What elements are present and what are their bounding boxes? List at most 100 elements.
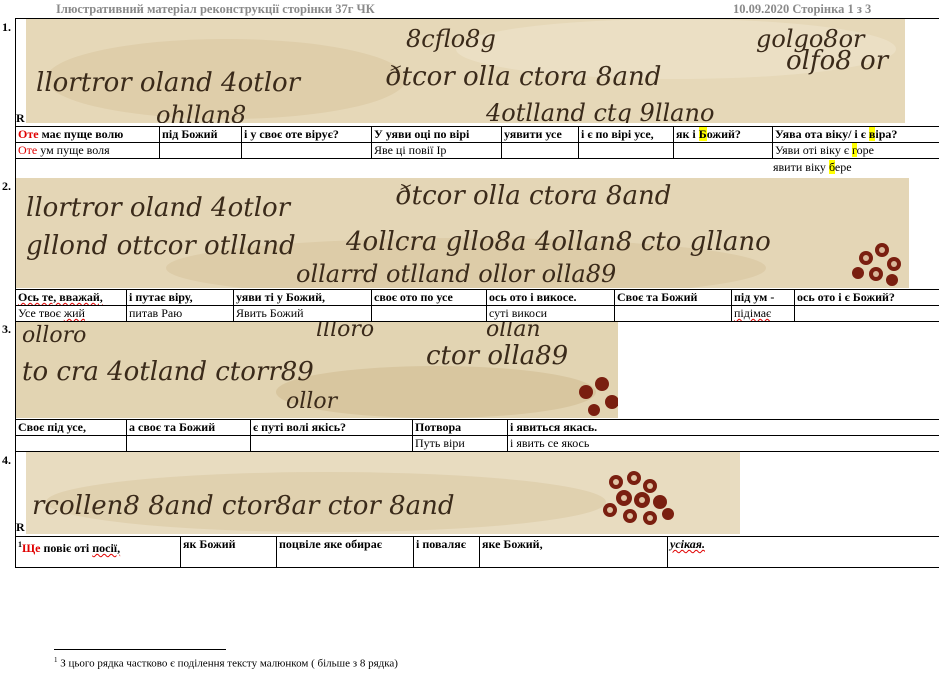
cell-text: яке Божий, <box>482 537 543 552</box>
cell-text: Явить Божий <box>236 306 304 321</box>
table-cell <box>371 305 487 322</box>
cell-text: під ум - <box>734 290 775 305</box>
manuscript-text: ollarrd otlland ollor olla89 <box>296 260 616 288</box>
manuscript-image-1: 8cflo8g golgo8or llortror oland 4otlor ð… <box>26 19 905 123</box>
cell-text: Потвора <box>415 420 462 435</box>
manuscript-text: olfo8 or <box>786 46 890 76</box>
cell-text: ум пуще воля <box>37 143 110 158</box>
section-number: 4. <box>2 453 11 467</box>
cell-text: має пуще волю <box>38 127 124 142</box>
transcription-table-2: Ось те, вважай, і путає віру, уяви ті у Бо… <box>15 289 939 322</box>
cell-text: і поваляє <box>416 537 466 552</box>
transcription-table-4: 1Ще повіє оті посії, як Божий поцвіле яке … <box>15 536 939 568</box>
manuscript-text: to cra 4otland ctorr89 <box>22 357 314 387</box>
cell-text: і у своє оте вірує? <box>244 127 339 142</box>
cell-text: явити віку <box>773 160 829 174</box>
cell-text: Уява ота віку/ і є <box>775 127 869 142</box>
section-number: 2. <box>2 179 11 193</box>
table-cell <box>578 142 674 159</box>
table-cell <box>126 435 251 452</box>
manuscript-text: 4ollcra gllo8a 4ollan8 cto gllano <box>345 227 771 257</box>
table-cell: уявити усе <box>501 126 579 143</box>
table-cell: як Божий <box>180 536 277 568</box>
table-cell: Оте має пуще волю <box>15 126 160 143</box>
cell-text: Путь віри <box>415 436 465 451</box>
table-row: Своє під усе, а своє та Божий є путі волі … <box>15 419 939 436</box>
footnote-text: З цього рядка частково є поділення текст… <box>57 657 398 670</box>
table-cell: Потвора <box>412 419 508 436</box>
table-cell: підімає <box>731 305 795 322</box>
cell-text: є путі волі якісь? <box>253 420 347 435</box>
table-cell <box>241 142 372 159</box>
cell-text: оре <box>856 143 874 158</box>
cell-text: Яве ці повії Ір <box>374 143 447 158</box>
table-row: Путь віри і явить се якось <box>15 435 939 452</box>
table-cell <box>15 435 127 452</box>
cell-text: Ось те, вважай, <box>18 290 103 305</box>
section-marker: R <box>16 111 25 125</box>
manuscript-text: 8cflo8g <box>406 25 496 53</box>
cell-text: підімає <box>734 306 772 321</box>
cell-text: і путає віру, <box>129 290 193 305</box>
table-cell: Путь віри <box>412 435 508 452</box>
cell-text: повіє оті <box>40 541 93 555</box>
table-cell: своє ото по усе <box>371 289 487 306</box>
table-cell: як і Божий? <box>673 126 773 143</box>
cell-text: Уяви оті віку є <box>775 143 852 158</box>
cell-text: і явить се якось <box>510 436 590 451</box>
cell-text: поцвіле яке обирає <box>279 537 382 552</box>
table-cell: під ум - <box>731 289 795 306</box>
section-number: 3. <box>2 322 11 336</box>
document-header-date: 10.09.2020 Сторінка 1 з 3 <box>733 2 872 16</box>
cell-text: і явиться якась. <box>510 420 598 435</box>
table-row: Ось те, вважай, і путає віру, уяви ті у Бо… <box>15 289 939 306</box>
table-cell: питав Раю <box>126 305 234 322</box>
manuscript-text: llortror oland 4otlor <box>36 68 302 98</box>
cell-text: Усе твоє <box>18 306 64 321</box>
cell-text: і є по вірі усе, <box>581 127 654 142</box>
table-cell: поцвіле яке обирає <box>276 536 414 568</box>
manuscript-image-2: llortror oland 4otlor ðtcor olla ctora 8… <box>16 178 909 288</box>
cell-text: а своє та Божий <box>129 420 216 435</box>
table-cell: уяви ті у Божий, <box>233 289 372 306</box>
table-cell: і явить се якось <box>507 435 939 452</box>
manuscript-text: olloro <box>22 323 86 348</box>
manuscript-text: gllond ottcor otlland <box>26 231 296 261</box>
table-cell: і путає віру, <box>126 289 234 306</box>
table-row: Усе твоє жий питав Раю Явить Божий суті вик… <box>15 305 939 322</box>
cell-text: Оте <box>18 143 38 158</box>
cell-text: ось ото і є Божий? <box>797 290 895 305</box>
section-marker: R <box>16 520 25 534</box>
table-cell: і є по вірі усе, <box>578 126 674 143</box>
table-row: Оте ум пуще воля Яве ці повії Ір Уяви оті … <box>15 142 939 159</box>
table-cell: Уяви оті віку є горе <box>772 142 939 159</box>
manuscript-text: 4otlland ctq 9llano <box>485 99 714 123</box>
manuscript-text: llloro <box>316 322 374 342</box>
manuscript-text: ðtcor olla ctora 8and <box>396 181 671 211</box>
cell-text: Ще <box>22 541 41 555</box>
manuscript-text: ollor <box>286 389 339 414</box>
table-row: Оте має пуще волю під Божий і у своє оте в… <box>15 126 939 143</box>
table-cell: і у своє оте вірує? <box>241 126 372 143</box>
table-cell <box>794 305 939 322</box>
manuscript-text: rcollen8 8and ctor8ar ctor 8and <box>32 491 455 521</box>
cell-text: питав Раю <box>129 306 183 321</box>
manuscript-text: ctor olla89 <box>426 341 568 371</box>
table-cell: усікая. <box>667 536 939 568</box>
footnote: 1 З цього рядка частково є поділення тек… <box>54 656 398 670</box>
cell-text: своє ото по усе <box>374 290 453 305</box>
cell-text: ожий? <box>706 127 741 142</box>
manuscript-text: llortror oland 4otlor <box>26 193 292 223</box>
cell-text: Своє під усе, <box>18 420 86 435</box>
manuscript-text: ollan <box>486 322 541 342</box>
cell-text: як Божий <box>183 537 236 552</box>
table-cell: Усе твоє жий <box>15 305 127 322</box>
table-cell: Явить Божий <box>233 305 372 322</box>
table-cell-extra-line: явити віку бере <box>773 160 852 175</box>
table-cell: яке Божий, <box>479 536 668 568</box>
footnote-separator <box>54 649 226 650</box>
cell-text: ось ото і викосе. <box>489 290 577 305</box>
cell-text: уявити усе <box>504 127 562 142</box>
table-cell: і явиться якась. <box>507 419 939 436</box>
table-cell: ось ото і є Божий? <box>794 289 939 306</box>
